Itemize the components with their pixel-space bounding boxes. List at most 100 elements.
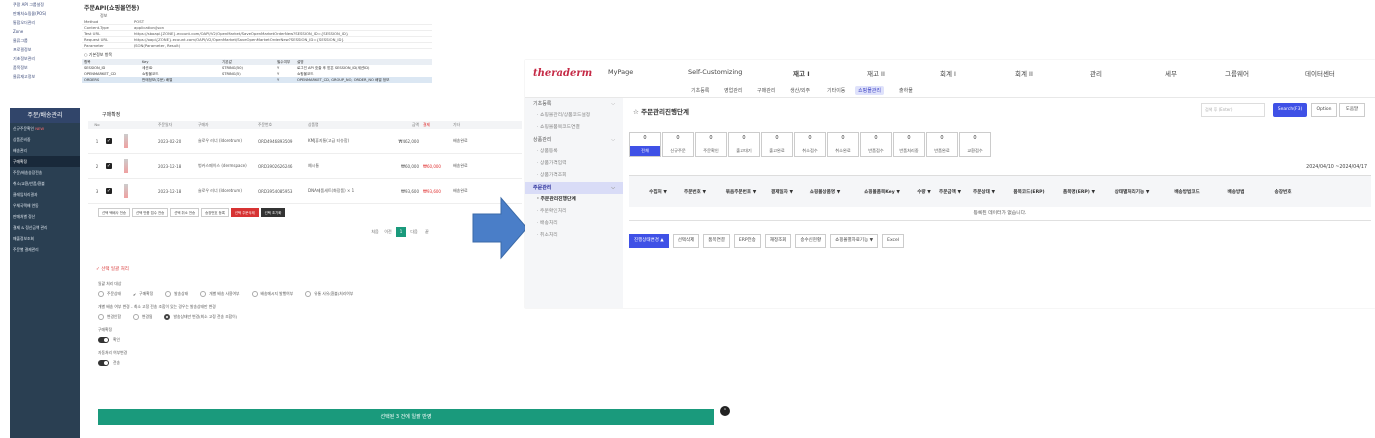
row-checkbox[interactable]: ✓ (106, 187, 118, 195)
nav-item[interactable]: · 배송처리 (525, 218, 623, 230)
main-menu-item[interactable]: 데이터센터 (1305, 68, 1335, 78)
column-header[interactable]: 쇼핑몰상품명 ▼ (799, 189, 851, 195)
sidebar-top-item[interactable]: 통합오더관리 (10, 18, 80, 27)
sidebar-menu-item[interactable]: 구매확정 (10, 156, 80, 167)
sub-menu-item[interactable]: 영업관리 (721, 86, 745, 95)
status-tab[interactable]: 0 출고대기 (728, 132, 760, 157)
page-button[interactable]: 끝 (422, 227, 432, 237)
checkbox-checked-icon[interactable]: ✓ (106, 162, 112, 169)
main-menu-item[interactable]: MyPage (608, 68, 633, 76)
radio-icon[interactable] (98, 314, 104, 320)
row-checkbox[interactable]: ✓ (106, 162, 118, 170)
sidebar-menu-item[interactable]: 주문/배송송장전송 (10, 167, 80, 178)
sub-menu-item[interactable]: 쇼핑몰관리 (855, 86, 885, 95)
column-header[interactable]: 품목코드(ERP) (1003, 189, 1055, 195)
page-button[interactable]: 1 (396, 227, 406, 237)
radio-icon[interactable] (305, 291, 312, 297)
sidebar-menu-item[interactable]: 판매처별 정산 (10, 211, 80, 222)
action-button[interactable]: 선택삭제 (672, 234, 700, 248)
status-tab[interactable]: 0 주문확인 (695, 132, 727, 157)
status-tab[interactable]: 0 취소완료 (827, 132, 859, 157)
status-tab[interactable]: 0 반품처리중 (893, 132, 925, 157)
bulk-target-option[interactable]: ✔ 구매확정 (133, 291, 153, 297)
nav-item[interactable]: · 쇼핑몰관리/상품코드설정 (525, 110, 623, 122)
status-tab[interactable]: 0 반품접수 (860, 132, 892, 157)
action-button[interactable]: 진행상태변경 ▲ (629, 234, 669, 248)
table-row[interactable]: 3 ✓ 2023-12-18 슬로우 러너 (Idoretrum) ORD3954085… (88, 179, 522, 204)
option-button[interactable]: Option (1311, 103, 1337, 117)
column-header[interactable]: 수량 ▼ (913, 189, 935, 195)
sidebar-top-item[interactable]: 쿠팡 API 그룹설정 (10, 0, 80, 9)
table-row[interactable]: 2 ✓ 2023-12-18 벙커스페이스 (dermspace) ORD3902626… (88, 154, 522, 179)
radio-icon[interactable] (200, 291, 207, 297)
bulk-target-option[interactable]: 발송상태 (165, 291, 188, 297)
column-header[interactable]: 주문상태 ▼ (965, 189, 1003, 195)
bulk-target-option[interactable]: 배송메시지 발행여부 (251, 291, 293, 297)
sidebar-menu-item[interactable]: 주문별 결제관리 (10, 244, 80, 255)
brand-logo[interactable]: theraderm (533, 68, 592, 79)
radio-icon[interactable] (251, 291, 258, 297)
sidebar-top-item[interactable]: 물류그룹 (10, 36, 80, 45)
nav-item[interactable]: · 상품가격입력 (525, 158, 623, 170)
sidebar-menu-item[interactable]: 결제 & 정산금액 관리 (10, 222, 80, 233)
sub-menu-item[interactable]: 출하물 (896, 86, 916, 95)
main-menu-item[interactable]: 회계 I (940, 68, 956, 78)
nav-item[interactable]: · 주문확인처리 (525, 206, 623, 218)
sub-menu-item[interactable]: 기타이동 (824, 86, 848, 95)
sidebar-menu-item[interactable]: 매출정보조회 (10, 233, 80, 244)
column-header[interactable]: 배송방법 (1213, 189, 1259, 195)
radio-icon[interactable] (164, 314, 171, 320)
action-button[interactable]: ERP전송 (733, 234, 761, 248)
column-header[interactable]: 수집처 ▼ (643, 189, 673, 195)
order-action-button[interactable]: 선택 반품 접수 전송 (132, 208, 169, 217)
bulk-delivery-option[interactable]: 변경됨 (132, 314, 152, 320)
column-header[interactable]: 품목명(ERP) ▼ (1055, 189, 1103, 195)
main-menu-item[interactable]: 재고 II (867, 68, 885, 78)
order-action-button[interactable]: 선택 택배사 전송 (98, 208, 130, 217)
column-header[interactable]: 배송방법코드 (1161, 189, 1213, 195)
sidebar-top-item[interactable]: 판매처쇼핑몰(POS) (10, 9, 80, 18)
sidebar-menu-item[interactable]: 신규주문확인 NEW (10, 123, 80, 134)
action-button[interactable]: Excel (882, 234, 905, 248)
bulk-target-option[interactable]: 개별 배송 사용여부 (200, 291, 240, 297)
status-tab[interactable]: 0 전체 (629, 132, 661, 157)
order-action-button[interactable]: 선택 취소 전송 (170, 208, 200, 217)
order-id[interactable]: ORD4946893509 (258, 139, 308, 144)
sidebar-top-item[interactable]: 프로필정보 (10, 45, 80, 54)
column-header[interactable]: 송장번호 (1259, 189, 1307, 195)
main-menu-item[interactable]: 세무 (1165, 68, 1177, 78)
action-button[interactable]: 송수신현황 (795, 234, 827, 248)
bulk-delivery-option[interactable]: 발송상태만 변경(최소 고정 전송 조합이) (164, 314, 237, 320)
sidebar-top-item[interactable]: 물류재고정보 (10, 72, 80, 81)
nav-section[interactable]: 주문관리 ⌵ (525, 182, 623, 194)
order-id[interactable]: ORD3902626246 (258, 164, 308, 169)
radio-icon[interactable] (98, 291, 104, 297)
main-menu-item[interactable]: Self-Customizing (688, 68, 742, 76)
action-button[interactable]: 품목연결 (703, 234, 730, 248)
order-action-button[interactable]: 송장번호 등록 (201, 208, 229, 217)
order-id[interactable]: ORD3954085953 (258, 189, 308, 194)
sidebar-menu-item[interactable]: 우체국택배 연동 (10, 200, 80, 211)
column-header[interactable]: 주문번호 ▼ (673, 189, 717, 195)
auto-process-toggle[interactable] (98, 360, 109, 366)
status-tab[interactable]: 0 교환접수 (959, 132, 991, 157)
sidebar-menu-item[interactable]: 취소/교환/반품/환불 (10, 178, 80, 189)
main-menu-item[interactable]: 재고 I (793, 68, 810, 78)
sidebar-top-item[interactable]: 기초정보관리 (10, 54, 80, 63)
order-action-button[interactable]: 선택 초기화 (260, 208, 286, 217)
search-input[interactable]: 검색 후 (Enter) (1201, 103, 1265, 117)
column-header[interactable]: 주문금액 ▼ (935, 189, 965, 195)
sidebar-menu-item[interactable]: 상품준비중 (10, 134, 80, 145)
nav-item[interactable]: · 취소처리 (525, 230, 623, 242)
status-tab[interactable]: 0 반품완료 (926, 132, 958, 157)
status-tab[interactable]: 0 취소접수 (794, 132, 826, 157)
order-action-button[interactable]: 선택 주문삭제 (230, 208, 259, 217)
help-button[interactable]: 도움말 (1339, 103, 1365, 117)
bulk-target-option[interactable]: 주문상태 (98, 291, 121, 297)
column-header[interactable]: 상태별처리기능 ▼ (1103, 189, 1161, 195)
sub-menu-item[interactable]: 구매관리 (754, 86, 778, 95)
nav-section[interactable]: 상품관리 ⌵ (525, 134, 623, 146)
checkbox-checked-icon[interactable]: ✓ (106, 187, 112, 194)
page-button[interactable]: 다음 (409, 227, 419, 237)
page-button[interactable]: 이전 (383, 227, 393, 237)
